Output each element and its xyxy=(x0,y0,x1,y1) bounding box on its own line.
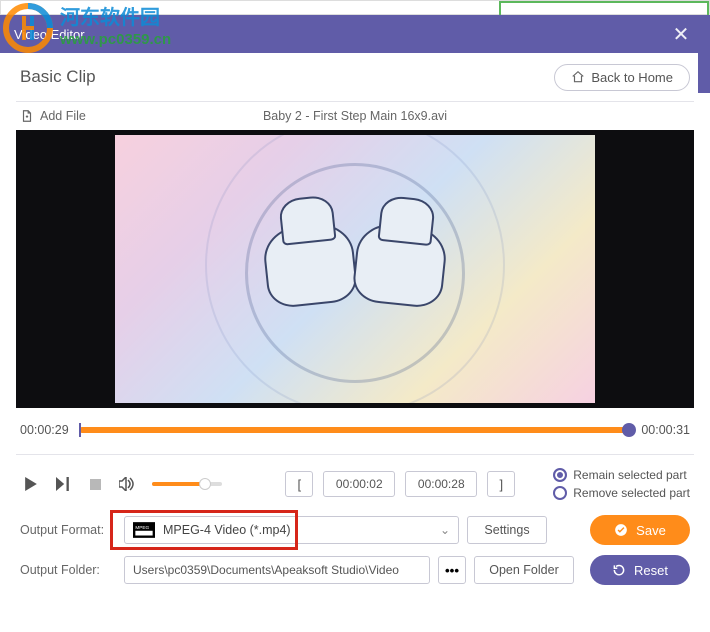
set-start-bracket-button[interactable]: [ xyxy=(285,471,313,497)
home-icon xyxy=(571,70,585,84)
total-time: 00:00:31 xyxy=(641,423,690,437)
file-row: Add File Baby 2 - First Step Main 16x9.a… xyxy=(0,102,710,130)
check-circle-icon xyxy=(614,523,628,537)
video-preview[interactable] xyxy=(16,130,694,408)
add-file-label: Add File xyxy=(40,109,86,123)
reset-icon xyxy=(612,563,626,577)
chevron-down-icon: ⌄ xyxy=(440,523,450,537)
volume-slider[interactable] xyxy=(152,482,222,486)
mpeg-codec-icon: MPEG xyxy=(133,522,155,538)
back-to-home-button[interactable]: Back to Home xyxy=(554,64,690,91)
section-title: Basic Clip xyxy=(20,67,96,87)
output-format-label: Output Format: xyxy=(20,523,116,537)
output-format-row: Output Format: MPEG MPEG-4 Video (*.mp4)… xyxy=(20,515,690,545)
output-folder-row: Output Folder: ••• Open Folder Reset xyxy=(20,555,690,585)
save-button[interactable]: Save xyxy=(590,515,690,545)
current-time: 00:00:29 xyxy=(20,423,69,437)
remove-label: Remove selected part xyxy=(573,486,690,500)
volume-knob[interactable] xyxy=(199,478,211,490)
browse-folder-button[interactable]: ••• xyxy=(438,556,466,584)
video-frame-thumbnail xyxy=(115,135,595,403)
window-title-bar: Video Editor ✕ xyxy=(0,15,710,53)
back-label: Back to Home xyxy=(591,70,673,85)
controls-row: [ ] Remain selected part Remove selected… xyxy=(0,461,710,507)
reset-button[interactable]: Reset xyxy=(590,555,690,585)
clip-end-input[interactable] xyxy=(405,471,477,497)
timeline-track[interactable] xyxy=(79,427,632,433)
add-file-button[interactable]: Add File xyxy=(20,109,86,123)
timeline-start-marker[interactable] xyxy=(79,423,81,437)
timeline-playhead[interactable] xyxy=(622,423,636,437)
close-icon[interactable]: ✕ xyxy=(666,22,696,47)
header-row: Basic Clip Back to Home xyxy=(0,53,710,101)
current-file-name: Baby 2 - First Step Main 16x9.avi xyxy=(263,109,447,123)
stop-button[interactable] xyxy=(84,473,106,495)
svg-text:MPEG: MPEG xyxy=(135,525,149,530)
remain-selected-radio[interactable]: Remain selected part xyxy=(553,468,690,482)
output-folder-input[interactable] xyxy=(124,556,430,584)
settings-button[interactable]: Settings xyxy=(467,516,547,544)
set-end-bracket-button[interactable]: ] xyxy=(487,471,515,497)
radio-on-icon xyxy=(553,468,567,482)
play-button[interactable] xyxy=(20,473,42,495)
output-format-select[interactable]: MPEG MPEG-4 Video (*.mp4) ⌄ xyxy=(124,516,459,544)
clip-start-input[interactable] xyxy=(323,471,395,497)
output-folder-label: Output Folder: xyxy=(20,563,116,577)
volume-icon[interactable] xyxy=(116,473,138,495)
add-file-icon xyxy=(20,109,34,123)
window-title: Video Editor xyxy=(14,27,85,42)
save-label: Save xyxy=(636,523,666,538)
decorative-edge xyxy=(698,53,710,93)
divider xyxy=(16,454,694,455)
background-strip xyxy=(0,0,710,15)
open-folder-button[interactable]: Open Folder xyxy=(474,556,574,584)
reset-label: Reset xyxy=(634,563,668,578)
remove-selected-radio[interactable]: Remove selected part xyxy=(553,486,690,500)
next-frame-button[interactable] xyxy=(52,473,74,495)
remain-label: Remain selected part xyxy=(573,468,686,482)
radio-off-icon xyxy=(553,486,567,500)
output-format-value: MPEG-4 Video (*.mp4) xyxy=(163,523,291,537)
timeline-row: 00:00:29 00:00:31 xyxy=(0,414,710,446)
